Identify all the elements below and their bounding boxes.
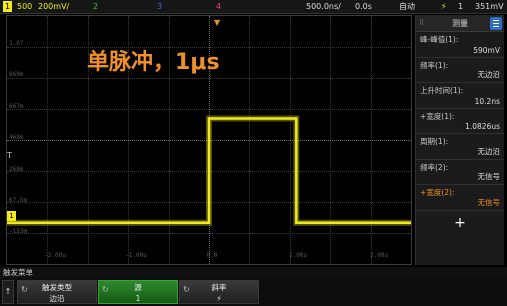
delay[interactable]: 0.0s [355, 0, 372, 14]
softkey-value: 1 [135, 294, 141, 303]
trigger-slope-icon: ⚡ [441, 2, 447, 11]
softkey-bar: ↑ ↻ 触发类型 边沿 ↻ 源 1 ↻ 斜率 ⚡ [0, 278, 507, 306]
measurement-value: 无信号 [477, 197, 501, 207]
ch1-volts-per-div[interactable]: 200mV/ [38, 0, 69, 14]
measurement-value: 无信号 [477, 172, 501, 181]
ch2-indicator[interactable]: 2 [93, 0, 98, 14]
softkey-title: 触发类型 [42, 283, 72, 292]
measurement-value: 无边沿 [477, 146, 501, 156]
measurement-panel: ⠿ 测量 峰-峰值(1): 590mV 频率(1): 无边沿 上升时间(1): … [415, 15, 504, 265]
add-measurement-button[interactable]: + [416, 211, 504, 235]
measurement-value: 无边沿 [477, 70, 501, 79]
ch1-scale[interactable]: 500 [17, 0, 32, 14]
measurement-name: +宽度(1): [420, 111, 455, 121]
measurement-item[interactable]: 频率(2): 无信号 [416, 160, 504, 185]
ch3-indicator[interactable]: 3 [157, 0, 162, 14]
softkey-title: 斜率 [211, 283, 227, 292]
trigger-source[interactable]: 1 [458, 0, 463, 14]
knob-icon: ↻ [183, 285, 190, 294]
menu-title: 触发菜单 [0, 267, 507, 278]
source-softkey[interactable]: ↻ 源 1 [98, 280, 178, 304]
ch4-indicator[interactable]: 4 [216, 0, 221, 14]
measurement-item[interactable]: +宽度(2): 无信号 [416, 185, 504, 211]
softkey-value: ⚡ [216, 294, 222, 303]
measurement-item[interactable]: 上升时间(1): 10.2ns [416, 83, 504, 109]
waveform-display[interactable]: 1.07 869m 667m 468m 268m 67.5m -133m -2.… [6, 15, 412, 265]
measurement-value: 10.2ns [474, 96, 500, 106]
measurement-item[interactable]: 频率(1): 无边沿 [416, 58, 504, 83]
trigger-mode[interactable]: 自动 [399, 0, 415, 14]
trigger-position-marker[interactable]: ▼ [214, 18, 220, 27]
trigger-type-softkey[interactable]: ↻ 触发类型 边沿 [17, 280, 97, 304]
ch1-badge[interactable]: 1 [3, 1, 12, 12]
status-bar: 1 500 200mV/ 2 3 4 500.0ns/ 0.0s 自动 ⚡ 1 … [0, 0, 507, 14]
measurement-value: 590mV [473, 45, 500, 55]
back-button[interactable]: ↑ [2, 280, 14, 304]
knob-icon: ↻ [102, 285, 109, 294]
measurement-value: 1.0826us [465, 122, 500, 131]
softkey-value: 边沿 [49, 294, 65, 303]
slope-softkey[interactable]: ↻ 斜率 ⚡ [179, 280, 259, 304]
grip-icon[interactable]: ⠿ [419, 15, 424, 32]
menu-icon[interactable] [490, 17, 502, 30]
knob-icon: ↻ [21, 285, 28, 294]
measurement-item[interactable]: 周期(1): 无边沿 [416, 134, 504, 160]
ch1-trace-line [7, 117, 411, 225]
panel-title: 测量 [452, 19, 468, 28]
measurement-item[interactable]: 峰-峰值(1): 590mV [416, 32, 504, 58]
trigger-level-marker[interactable]: T [7, 151, 12, 160]
measurement-name: 上升时间(1): [420, 86, 464, 95]
annotation-text: 单脉冲，1μs [87, 50, 220, 75]
measurement-name: 峰-峰值(1): [420, 35, 459, 44]
panel-header: ⠿ 测量 [416, 15, 504, 32]
trigger-level[interactable]: 351mV [475, 0, 504, 14]
measurement-item[interactable]: +宽度(1): 1.0826us [416, 109, 504, 134]
softkey-title: 源 [134, 283, 142, 292]
ch1-ground-marker[interactable]: 1 [7, 211, 16, 221]
timebase[interactable]: 500.0ns/ [306, 0, 341, 14]
